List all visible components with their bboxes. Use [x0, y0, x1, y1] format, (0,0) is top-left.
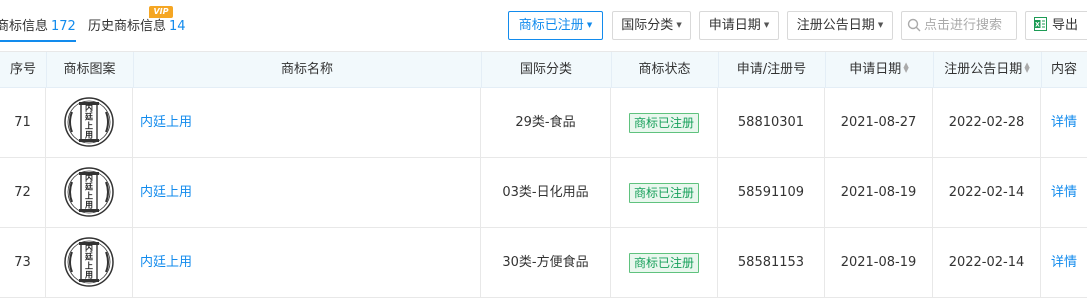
header-divider [133, 52, 134, 88]
column-header-content: 内容 [1050, 62, 1077, 77]
registration-number: 58591109 [718, 158, 825, 227]
tab-label: 历史商标信息 [88, 19, 167, 34]
caret-down-icon: ▼ [763, 21, 770, 29]
filter-apply-date-dropdown[interactable]: 申请日期 ▼ [699, 11, 779, 40]
seal-text: 内 [85, 103, 93, 113]
table-row: 72 内 廷 上 用 内廷上用 03类-日化用品 商标已注册 58591109 … [0, 158, 1087, 228]
column-header-notice-date[interactable]: 注册公告日期 ▲ ▼ [933, 52, 1041, 88]
status-badge: 商标已注册 [628, 252, 699, 273]
column-header-status: 商标状态 [638, 62, 691, 77]
trademark-seal-image: 内 廷 上 用 [64, 97, 114, 147]
filter-intl-class-label: 国际分类 [621, 18, 674, 33]
seal-text: 上 [85, 121, 93, 131]
search-icon [907, 18, 921, 32]
seal-text: 廷 [84, 182, 94, 192]
registration-number: 58810301 [718, 88, 825, 157]
row-number: 72 [0, 158, 46, 227]
seal-text: 廷 [84, 252, 94, 262]
vip-badge: VIP [149, 6, 173, 18]
seal-text: 上 [85, 191, 93, 201]
intl-class: 29类-食品 [481, 88, 611, 157]
filter-status-dropdown[interactable]: 商标已注册 ▼ [508, 11, 603, 40]
column-header-no: 序号 [9, 62, 36, 77]
detail-link[interactable]: 详情 [1041, 158, 1087, 227]
seal-text: 用 [84, 271, 93, 280]
caret-down-icon: ▼ [676, 21, 682, 29]
apply-date: 2021-08-19 [825, 228, 933, 297]
apply-date: 2021-08-27 [825, 88, 933, 157]
trademark-name-link[interactable]: 内廷上用 [133, 88, 481, 157]
seal-text: 上 [85, 261, 93, 271]
export-label: 导出 [1052, 18, 1079, 33]
column-header-name: 商标名称 [280, 62, 333, 77]
export-button[interactable]: X 导出 [1025, 11, 1087, 40]
filter-status-label: 商标已注册 [518, 18, 584, 33]
header-divider [481, 52, 482, 88]
table-row: 71 内 廷 上 用 内廷上用 29类-食品 商标已注册 58810301 20… [0, 88, 1087, 158]
header-divider [1041, 52, 1042, 88]
svg-text:X: X [1035, 22, 1040, 29]
trademark-logo[interactable]: 内 廷 上 用 [46, 228, 133, 297]
toolbar: 商标信息 172 历史商标信息 14 VIP 商标已注册 ▼ 国际分类 ▼ 申请日期 ▼ … [0, 0, 1087, 52]
excel-icon: X [1034, 17, 1047, 31]
apply-date: 2021-08-19 [825, 158, 933, 227]
table-header: 序号 商标图案 商标名称 国际分类 商标状态 申请/注册号 申请日期 ▲ ▼ 注册公… [0, 52, 1087, 88]
tab-count: 172 [51, 19, 76, 34]
header-divider [718, 52, 719, 88]
seal-text: 内 [85, 173, 93, 183]
filter-apply-date-label: 申请日期 [708, 18, 761, 33]
table-row: 73 内 廷 上 用 内廷上用 30类-方便食品 商标已注册 58581153 … [0, 228, 1087, 298]
trademark-logo[interactable]: 内 廷 上 用 [46, 158, 133, 227]
status-cell: 商标已注册 [611, 158, 718, 227]
caret-down-icon: ▼ [877, 21, 884, 29]
column-header-apply-date-label: 申请日期 [849, 62, 902, 77]
caret-down-icon: ▼ [586, 21, 593, 29]
header-divider [46, 52, 47, 88]
tab-trademark-info[interactable]: 商标信息 172 [0, 15, 76, 42]
row-number: 73 [0, 228, 46, 297]
status-badge: 商标已注册 [628, 112, 699, 133]
trademark-name-link[interactable]: 内廷上用 [133, 158, 481, 227]
sort-icon: ▲ ▼ [1024, 61, 1030, 74]
trademark-logo[interactable]: 内 廷 上 用 [46, 88, 133, 157]
status-badge: 商标已注册 [628, 182, 699, 203]
header-divider [825, 52, 826, 88]
intl-class: 03类-日化用品 [481, 158, 611, 227]
filter-notice-date-label: 注册公告日期 [796, 18, 875, 33]
seal-text: 用 [84, 201, 93, 210]
trademark-seal-image: 内 廷 上 用 [64, 237, 114, 287]
trademark-name-link[interactable]: 内廷上用 [133, 228, 481, 297]
column-header-reg-no: 申请/注册号 [736, 62, 807, 77]
trademark-seal-image: 内 廷 上 用 [64, 167, 114, 217]
seal-text: 廷 [84, 112, 94, 122]
detail-link[interactable]: 详情 [1041, 88, 1087, 157]
tab-count: 14 [169, 19, 186, 34]
sort-icon: ▲ ▼ [903, 61, 909, 74]
registration-number: 58581153 [718, 228, 825, 297]
column-header-notice-date-label: 注册公告日期 [944, 62, 1023, 77]
column-header-logo: 商标图案 [63, 62, 116, 77]
status-cell: 商标已注册 [611, 228, 718, 297]
column-header-apply-date[interactable]: 申请日期 ▲ ▼ [825, 52, 933, 88]
seal-text: 用 [84, 131, 93, 140]
seal-text: 内 [85, 243, 93, 253]
column-header-intl-class: 国际分类 [519, 62, 572, 77]
row-number: 71 [0, 88, 46, 157]
tab-label: 商标信息 [0, 19, 49, 34]
detail-link[interactable]: 详情 [1041, 228, 1087, 297]
notice-date: 2022-02-14 [933, 158, 1041, 227]
status-cell: 商标已注册 [611, 88, 718, 157]
header-divider [611, 52, 612, 88]
filter-intl-class-dropdown[interactable]: 国际分类 ▼ [612, 11, 691, 40]
notice-date: 2022-02-28 [933, 88, 1041, 157]
header-divider [933, 52, 934, 88]
notice-date: 2022-02-14 [933, 228, 1041, 297]
filter-notice-date-dropdown[interactable]: 注册公告日期 ▼ [787, 11, 893, 40]
intl-class: 30类-方便食品 [481, 228, 611, 297]
